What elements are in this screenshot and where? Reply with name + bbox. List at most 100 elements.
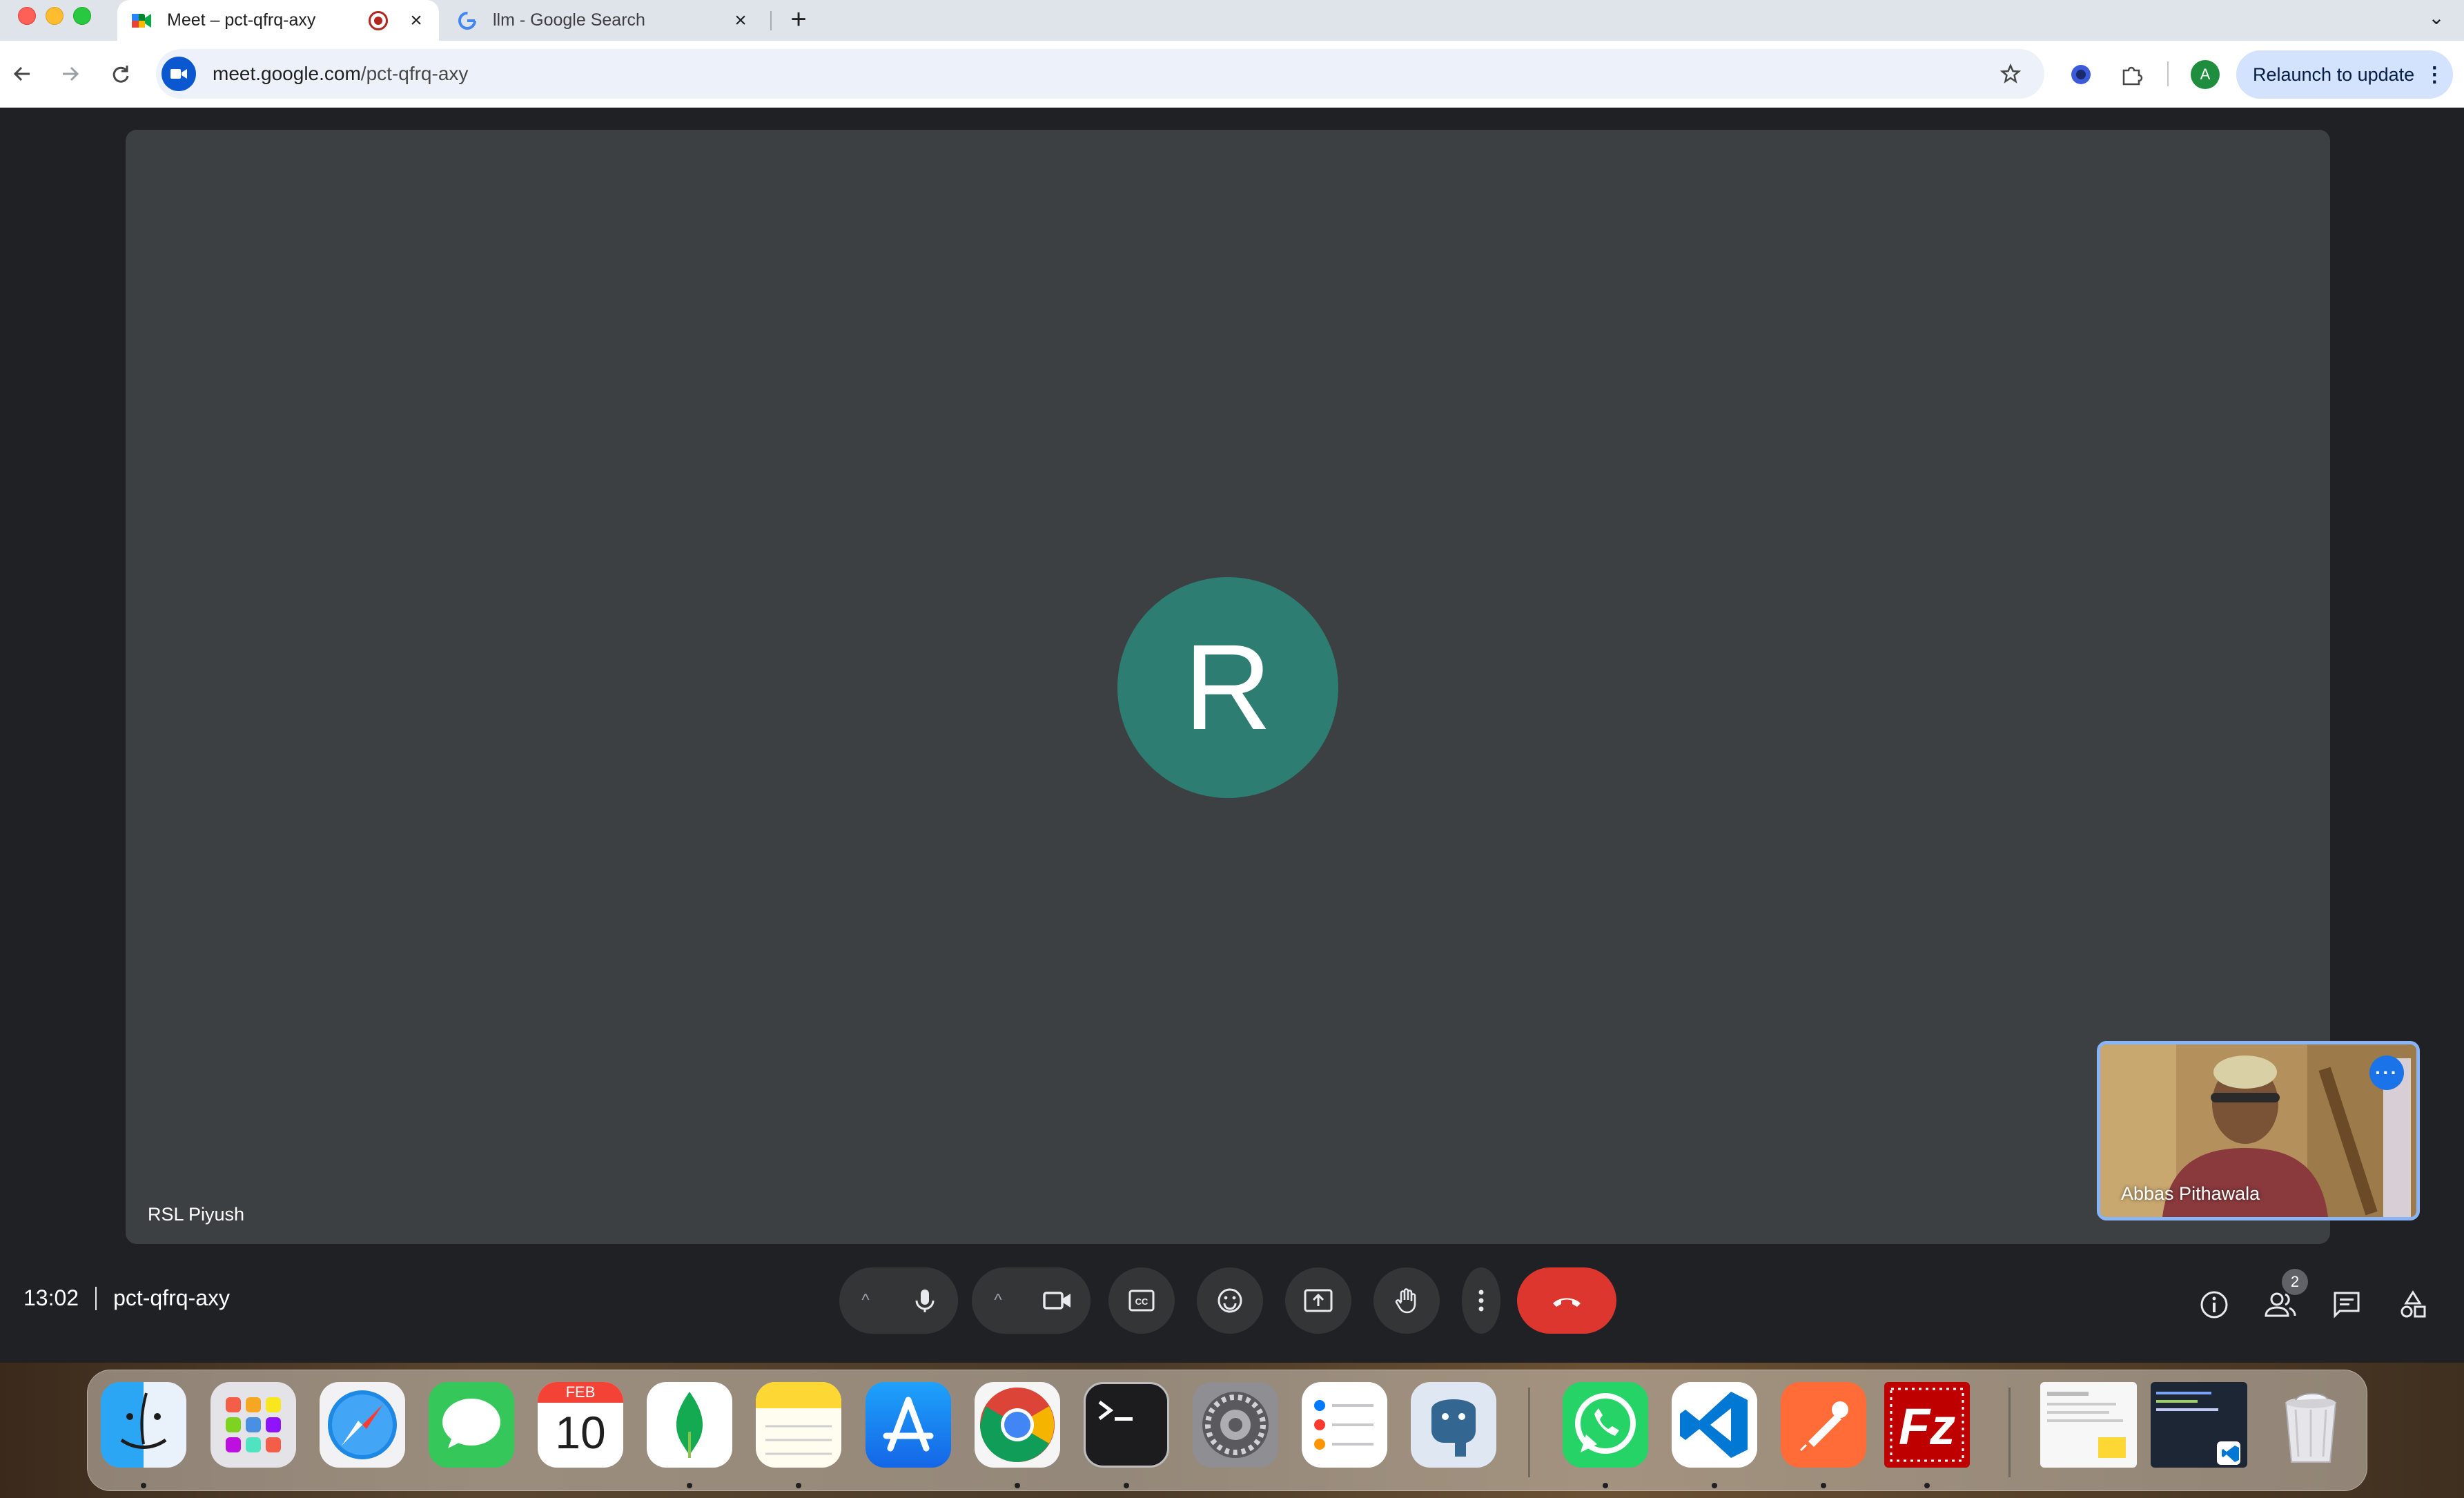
forward-button[interactable] xyxy=(51,55,90,93)
present-screen-icon xyxy=(1304,1289,1333,1312)
camera-button[interactable] xyxy=(1024,1267,1091,1334)
camera-control-group: ^ xyxy=(972,1267,1091,1334)
mongodb-compass-icon[interactable] xyxy=(647,1382,732,1468)
tab-strip: Meet – pct-qfrq-axy × llm - Google Searc… xyxy=(0,0,2464,41)
self-view-tile[interactable]: ··· Abbas Pithawala xyxy=(2097,1041,2420,1220)
end-call-icon xyxy=(1553,1298,1581,1307)
participant-tile-main: R RSL Piyush xyxy=(126,130,2330,1244)
microphone-button[interactable] xyxy=(892,1267,958,1334)
forward-arrow-icon xyxy=(63,66,79,81)
messages-icon[interactable] xyxy=(429,1382,514,1468)
extensions-puzzle-icon[interactable] xyxy=(2116,59,2148,90)
reminders-icon[interactable] xyxy=(1302,1382,1387,1468)
calendar-day: 10 xyxy=(555,1407,606,1458)
fullscreen-window-button[interactable] xyxy=(73,7,91,25)
leave-call-button[interactable] xyxy=(1517,1267,1616,1334)
close-window-button[interactable] xyxy=(18,7,36,25)
url-path: /pct-qfrq-axy xyxy=(360,63,469,84)
call-controls-bar: 13:02 pct-qfrq-axy ^ ^ CC 2 xyxy=(0,1259,2464,1363)
raise-hand-button[interactable] xyxy=(1373,1267,1440,1334)
launchpad-icon[interactable] xyxy=(211,1382,296,1468)
chrome-menu-icon: ⋮ xyxy=(2424,63,2445,86)
pgadmin-icon[interactable] xyxy=(1411,1382,1496,1468)
activities-button[interactable] xyxy=(2392,1284,2434,1325)
terminal-icon[interactable] xyxy=(1084,1382,1169,1468)
visual-studio-code-icon[interactable] xyxy=(1672,1382,1757,1468)
audio-options-chevron-icon[interactable]: ^ xyxy=(839,1267,892,1334)
google-icon xyxy=(457,10,478,31)
close-tab-icon[interactable]: × xyxy=(406,10,427,31)
dock-running-indicator xyxy=(796,1483,801,1488)
address-bar[interactable]: meet.google.com/pct-qfrq-axy xyxy=(156,49,2044,99)
meeting-code: pct-qfrq-axy xyxy=(113,1285,231,1310)
info-icon xyxy=(2200,1291,2228,1319)
relaunch-label: Relaunch to update xyxy=(2253,64,2415,85)
dock-divider xyxy=(1528,1388,1530,1477)
back-button[interactable] xyxy=(3,55,41,93)
dock-running-indicator xyxy=(1712,1483,1717,1488)
new-tab-button[interactable]: + xyxy=(783,4,814,36)
google-meet-icon xyxy=(131,10,152,31)
chat-icon xyxy=(2334,1292,2360,1319)
meeting-info-divider xyxy=(95,1286,97,1310)
trash-icon[interactable] xyxy=(2268,1382,2354,1468)
svg-text:CC: CC xyxy=(1135,1296,1148,1307)
calendar-icon[interactable]: FEB 10 xyxy=(538,1382,623,1468)
captions-icon: CC xyxy=(1128,1290,1155,1312)
reload-icon xyxy=(113,66,129,83)
profile-avatar[interactable]: A xyxy=(2191,60,2220,89)
reactions-button[interactable] xyxy=(1197,1267,1263,1334)
relaunch-to-update-button[interactable]: Relaunch to update ⋮ xyxy=(2236,50,2453,99)
meeting-details-button[interactable] xyxy=(2193,1284,2235,1325)
emoji-icon xyxy=(1218,1288,1242,1313)
tab-title: Meet – pct-qfrq-axy xyxy=(167,10,316,30)
extension-icon[interactable] xyxy=(2065,59,2097,90)
tab-title: llm - Google Search xyxy=(493,10,645,30)
close-tab-icon[interactable]: × xyxy=(730,10,751,31)
postman-icon[interactable] xyxy=(1781,1382,1866,1468)
dock-running-indicator xyxy=(1924,1483,1930,1488)
captions-button[interactable]: CC xyxy=(1108,1267,1175,1334)
google-chrome-icon[interactable] xyxy=(975,1382,1060,1468)
safari-icon[interactable] xyxy=(320,1382,405,1468)
tab-meet[interactable]: Meet – pct-qfrq-axy × xyxy=(117,0,439,41)
tab-search-chevron-icon[interactable]: ⌄ xyxy=(2423,4,2450,32)
meet-call-area: R RSL Piyush ··· Abbas Pithawala 13:02 p… xyxy=(0,108,2464,1363)
microphone-control-group: ^ xyxy=(839,1267,958,1334)
more-options-button[interactable] xyxy=(1462,1267,1500,1334)
browser-toolbar: meet.google.com/pct-qfrq-axy A Relaunch … xyxy=(0,41,2464,108)
tab-google-search[interactable]: llm - Google Search × xyxy=(449,0,763,41)
toolbar-divider xyxy=(2167,61,2169,86)
terminal-window-thumbnail[interactable] xyxy=(2151,1382,2247,1468)
notes-icon[interactable] xyxy=(756,1382,841,1468)
app-store-icon[interactable] xyxy=(866,1382,951,1468)
self-view-more-options-button[interactable]: ··· xyxy=(2369,1056,2404,1090)
chat-button[interactable] xyxy=(2326,1284,2367,1325)
dock-running-indicator xyxy=(1015,1483,1020,1488)
meeting-clock: 13:02 xyxy=(23,1285,79,1310)
dock-running-indicator xyxy=(1603,1483,1608,1488)
dock-running-indicator xyxy=(687,1483,692,1488)
finder-icon[interactable] xyxy=(101,1382,186,1468)
calendar-month: FEB xyxy=(538,1382,623,1403)
preview-window-thumbnail[interactable] xyxy=(2040,1382,2137,1468)
filezilla-icon[interactable]: Fz xyxy=(1884,1382,1970,1468)
site-info-icon[interactable] xyxy=(162,57,196,91)
raise-hand-icon xyxy=(1395,1288,1416,1314)
dock-running-indicator xyxy=(1821,1483,1826,1488)
bookmark-star-icon[interactable] xyxy=(1993,57,2028,91)
self-view-name: Abbas Pithawala xyxy=(2121,1183,2260,1204)
minimize-window-button[interactable] xyxy=(46,7,63,25)
dock-running-indicator xyxy=(141,1483,146,1488)
url-host: meet.google.com xyxy=(213,63,361,84)
dock-running-indicator xyxy=(1124,1483,1129,1488)
reload-button[interactable] xyxy=(101,55,139,93)
svg-text:Fz: Fz xyxy=(1899,1398,1955,1455)
tab-divider xyxy=(770,11,772,30)
video-options-chevron-icon[interactable]: ^ xyxy=(972,1267,1024,1334)
participant-count-badge: 2 xyxy=(2282,1269,2308,1295)
dock-divider xyxy=(2008,1388,2011,1477)
whatsapp-icon[interactable] xyxy=(1563,1382,1648,1468)
present-now-button[interactable] xyxy=(1285,1267,1351,1334)
system-settings-icon[interactable] xyxy=(1193,1382,1278,1468)
